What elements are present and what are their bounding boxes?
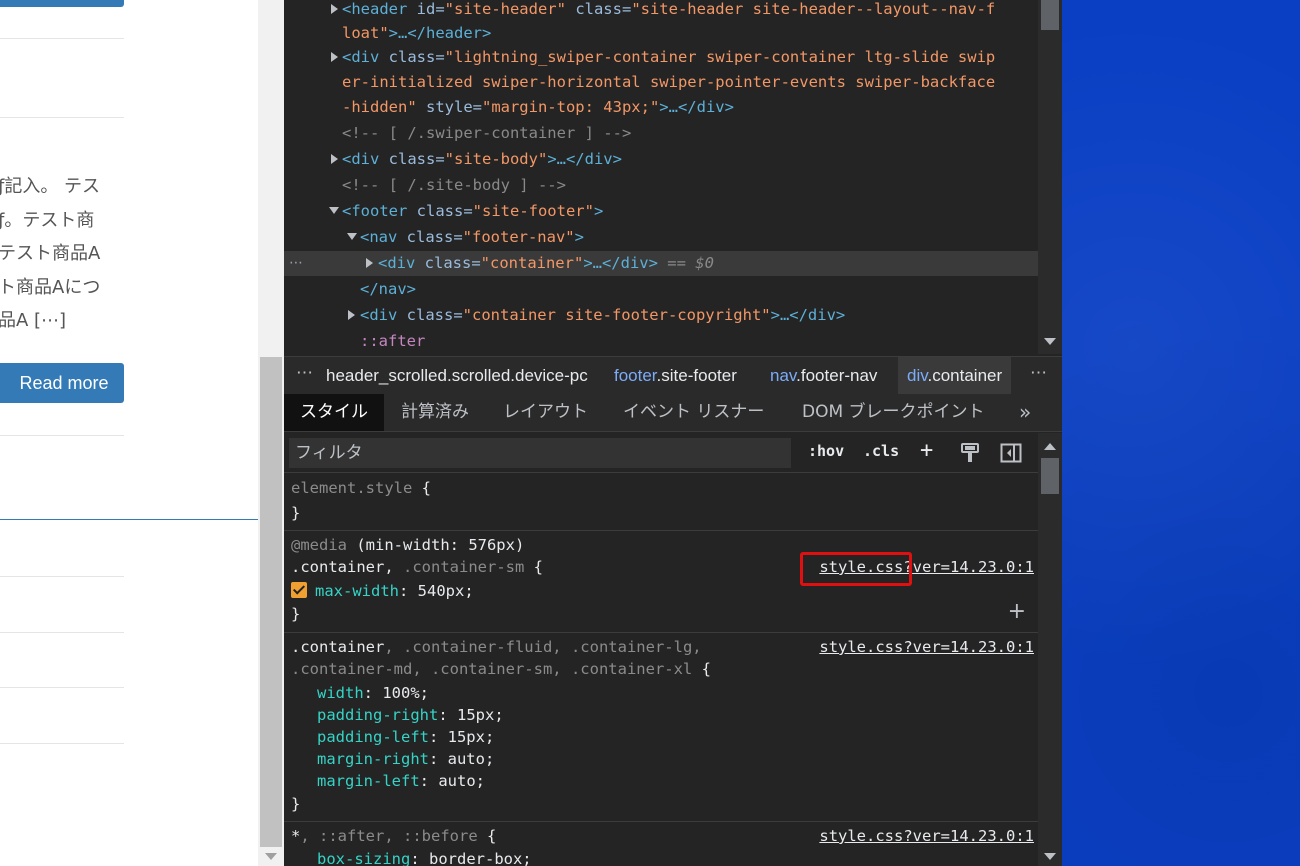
divider (0, 435, 124, 436)
devtools-panel: ⋯ <header id="site-header" class="site-h… (284, 0, 1062, 866)
tab-dom-breakpoints[interactable]: DOM ブレークポイント (802, 394, 985, 431)
tab-computed[interactable]: 計算済み (401, 394, 469, 431)
dom-node-nav-close[interactable]: </nav> (360, 280, 416, 298)
breadcrumb-item-footer[interactable]: footer.site-footer (614, 366, 737, 386)
expand-arrow-icon[interactable] (366, 258, 373, 268)
expand-arrow-icon[interactable] (331, 52, 338, 62)
post-excerpt: ƒ記入。 テス ƒ。テスト商 テスト商品A ト商品Aにつ 品A [⋯] (0, 170, 128, 338)
divider (0, 576, 124, 577)
dom-pseudo-after[interactable]: ::after (360, 332, 425, 350)
tabs-overflow-icon[interactable]: » (1019, 394, 1031, 431)
breadcrumb-scroll-left[interactable]: ⋯ (296, 363, 313, 383)
page-scrollbar-thumb[interactable] (260, 357, 282, 847)
read-more-button[interactable]: Read more (0, 363, 124, 403)
excerpt-line: ト商品Aにつ (0, 276, 101, 298)
style-property[interactable]: width: 100%; (317, 684, 429, 702)
dom-node-swiper-cont: -hidden" style="margin-top: 43px;">…</di… (342, 98, 734, 116)
breadcrumb-item-header[interactable]: header_scrolled.scrolled.device-pc (326, 366, 596, 386)
dom-node-copyright[interactable]: <div class="container site-footer-copyri… (360, 306, 845, 324)
divider (0, 38, 124, 39)
dom-node-site-body[interactable]: <div class="site-body">…</div> (342, 150, 622, 168)
cls-toggle[interactable]: .cls (863, 442, 899, 460)
new-style-rule-icon[interactable]: + (920, 438, 933, 463)
dom-node-header-cont: loat">…</header> (342, 24, 492, 42)
accent-divider (0, 519, 258, 520)
collapse-arrow-icon[interactable] (347, 233, 357, 240)
rule-selector-cont[interactable]: .container-md, .container-sm, .container… (291, 660, 711, 678)
tab-layout[interactable]: レイアウト (503, 394, 588, 431)
media-query: @media (min-width: 576px) (291, 536, 525, 554)
dom-comment[interactable]: <!-- [ /.site-body ] --> (342, 176, 566, 194)
dom-node-nav[interactable]: <nav class="footer-nav"> (360, 228, 584, 246)
desktop-background (1062, 0, 1300, 866)
expand-arrow-icon[interactable] (331, 154, 338, 164)
scroll-down-arrow-icon[interactable] (265, 853, 277, 860)
rule-close-brace: } (291, 504, 301, 522)
top-button[interactable] (0, 0, 124, 7)
expand-arrow-icon[interactable] (348, 310, 355, 320)
divider (0, 632, 124, 633)
styles-tab-bar: スタイル 計算済み レイアウト イベント リスナー DOM ブレークポイント » (284, 394, 1062, 432)
tab-styles[interactable]: スタイル (284, 394, 384, 431)
style-property[interactable]: max-width: 540px; (291, 582, 474, 600)
node-actions-icon[interactable]: ⋯ (289, 255, 303, 271)
rule-selector[interactable]: element.style { (291, 479, 431, 497)
elements-scrollbar-thumb[interactable] (1041, 0, 1059, 30)
scroll-down-arrow-icon[interactable] (1044, 853, 1056, 860)
breadcrumb-scroll-right[interactable]: ⋯ (1030, 363, 1047, 383)
breadcrumb-item-nav[interactable]: nav.footer-nav (770, 366, 877, 386)
dom-node-footer[interactable]: <footer class="site-footer"> (342, 202, 603, 220)
styles-toolbar: :hov .cls + (284, 433, 1038, 473)
hov-toggle[interactable]: :hov (808, 442, 844, 460)
styles-filter-input[interactable] (289, 438, 791, 468)
dom-node-swiper[interactable]: <div class="lightning_swiper-container s… (342, 48, 995, 66)
rule-close-brace: } (291, 795, 301, 813)
toggle-sidebar-icon[interactable] (1000, 442, 1022, 464)
property-enabled-checkbox[interactable] (291, 582, 307, 598)
dom-node-header[interactable]: <header id="site-header" class="site-hea… (342, 0, 995, 18)
style-property[interactable]: padding-right: 15px; (317, 706, 504, 724)
style-property[interactable]: margin-right: auto; (317, 750, 494, 768)
rule-container: .container, .container-fluid, .container… (284, 633, 1038, 822)
excerpt-line: ƒ。テスト商 (0, 209, 95, 231)
divider (0, 117, 124, 118)
scroll-up-arrow-icon[interactable] (1044, 443, 1056, 450)
rule-close-brace: } (291, 605, 301, 623)
elements-scrollbar[interactable] (1038, 0, 1062, 354)
styles-scrollbar[interactable] (1038, 433, 1062, 866)
style-property[interactable]: margin-left: auto; (317, 772, 485, 790)
page-scrollbar[interactable] (258, 0, 284, 866)
source-link[interactable]: style.css?ver=14.23.0:1 (819, 638, 1034, 656)
excerpt-line: ƒ記入。 テス (0, 176, 101, 197)
rule-selector[interactable]: *, ::after, ::before { (291, 827, 496, 845)
style-property[interactable]: padding-left: 15px; (317, 728, 494, 746)
styles-scrollbar-thumb[interactable] (1041, 458, 1059, 494)
style-property[interactable]: box-sizing: border-box; (317, 850, 532, 866)
source-link[interactable]: style.css?ver=14.23.0:1 (819, 827, 1034, 845)
divider (0, 743, 124, 744)
dom-comment[interactable]: <!-- [ /.swiper-container ] --> (342, 124, 631, 142)
divider (0, 687, 124, 688)
expand-arrow-icon[interactable] (331, 4, 338, 14)
highlight-annotation-box (800, 552, 912, 586)
rule-universal: *, ::after, ::before { style.css?ver=14.… (284, 822, 1038, 866)
breadcrumb-item-container[interactable]: div.container (898, 357, 1012, 394)
rule-selector[interactable]: .container, .container-sm { (291, 558, 543, 576)
rule-selector[interactable]: .container, .container-fluid, .container… (291, 638, 702, 656)
scroll-down-arrow-icon[interactable] (1044, 338, 1056, 345)
tab-event-listeners[interactable]: イベント リスナー (623, 394, 764, 431)
add-property-icon[interactable]: + (1008, 599, 1026, 624)
styles-pane: element.style { } @media (min-width: 576… (284, 474, 1038, 866)
rule-element-style: element.style { } (284, 474, 1038, 531)
collapse-arrow-icon[interactable] (329, 207, 339, 214)
dom-node-container-selected[interactable]: <div class="container">…</div> == $0 (378, 254, 714, 272)
elements-tree: ⋯ <header id="site-header" class="site-h… (284, 0, 1062, 354)
paint-brush-icon[interactable] (960, 442, 980, 464)
dom-node-swiper-cont: er-initialized swiper-horizontal swiper-… (342, 73, 996, 91)
rule-media-container: @media (min-width: 576px) .container, .c… (284, 531, 1038, 633)
web-page-content: ƒ記入。 テス ƒ。テスト商 テスト商品A ト商品Aにつ 品A [⋯] Read… (0, 0, 258, 866)
excerpt-line: 品A [⋯] (0, 310, 67, 331)
breadcrumb: ⋯ header_scrolled.scrolled.device-pc foo… (284, 356, 1062, 394)
excerpt-line: テスト商品A (0, 243, 101, 264)
